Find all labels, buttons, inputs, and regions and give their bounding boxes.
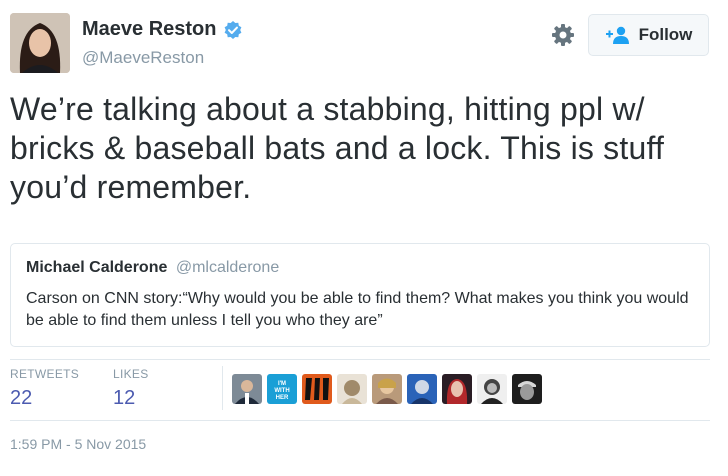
liker-avatar[interactable] <box>442 374 472 404</box>
tweet-timestamp[interactable]: 1:59 PM - 5 Nov 2015 <box>10 436 146 452</box>
liker-avatar[interactable] <box>407 374 437 404</box>
quoted-author-handle[interactable]: @mlcalderone <box>176 259 279 276</box>
liker-avatar[interactable] <box>512 374 542 404</box>
likes-count: 12 <box>113 387 136 409</box>
liker-avatar[interactable]: I'M WITH HER <box>267 374 297 404</box>
stats-separator <box>222 366 223 410</box>
follow-button[interactable]: Follow <box>588 14 709 56</box>
gear-icon[interactable] <box>550 22 576 48</box>
author-avatar[interactable] <box>10 13 70 73</box>
divider <box>10 420 710 421</box>
retweets-label: RETWEETS <box>10 367 80 381</box>
liker-avatar[interactable] <box>372 374 402 404</box>
svg-text:WITH: WITH <box>274 388 289 394</box>
author-handle[interactable]: @MaeveReston <box>82 48 204 68</box>
follow-button-label: Follow <box>638 25 693 44</box>
quoted-tweet[interactable]: Michael Calderone @mlcalderone Carson on… <box>10 243 710 347</box>
author-name[interactable]: Maeve Reston <box>82 18 217 41</box>
verified-badge-icon <box>223 20 243 40</box>
tweet-text: We’re talking about a stabbing, hitting … <box>10 91 665 205</box>
liker-avatar[interactable] <box>337 374 367 404</box>
add-user-icon <box>605 26 631 44</box>
likes-stat[interactable]: LIKES 12 <box>113 367 149 410</box>
quoted-tweet-text: Carson on CNN story:“Why would you be ab… <box>26 290 689 329</box>
divider <box>10 359 710 360</box>
quoted-author-name[interactable]: Michael Calderone <box>26 259 167 276</box>
liker-avatar[interactable] <box>477 374 507 404</box>
liker-avatar[interactable] <box>232 374 262 404</box>
retweets-count: 22 <box>10 387 33 409</box>
svg-text:I'M: I'M <box>278 381 286 387</box>
liker-avatars: I'M WITH HER <box>232 374 547 404</box>
svg-text:HER: HER <box>276 395 289 401</box>
likes-label: LIKES <box>113 367 149 381</box>
liker-avatar[interactable] <box>302 374 332 404</box>
retweets-stat[interactable]: RETWEETS 22 <box>10 367 79 410</box>
